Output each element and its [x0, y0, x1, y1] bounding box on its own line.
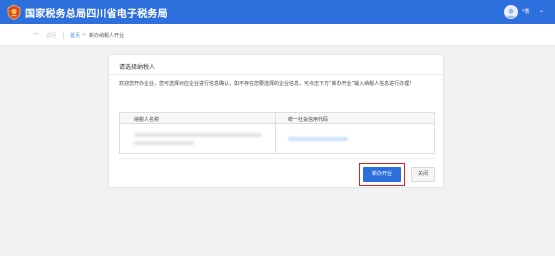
redacted-taxpayer-name[interactable]	[134, 133, 262, 137]
back-link[interactable]: 返回	[46, 32, 56, 39]
breadcrumb: ← 返回 首页 > 新办纳税人开业	[0, 24, 555, 46]
taxpayer-select-panel: 请选择纳税人 欢迎您开办企业，您可选择对应企业进行信息确认，如不存在您要选择的企…	[108, 54, 444, 188]
user-icon	[506, 8, 516, 18]
breadcrumb-current: 新办纳税人开业	[89, 33, 125, 39]
close-button[interactable]: 关闭	[411, 167, 435, 182]
app-title: 国家税务总局四川省电子税务局	[25, 9, 168, 20]
panel-title: 请选择纳税人	[119, 64, 156, 71]
panel-description: 欢迎您开办企业，您可选择对应企业进行信息确认，如不存在您要选择的企业信息，可点击…	[119, 81, 415, 87]
top-header: 国家税务总局四川省电子税务局 *香 ⌄	[0, 0, 555, 24]
redacted-credit-code[interactable]	[288, 137, 348, 141]
panel-divider	[109, 74, 443, 75]
taxpayer-table: 纳税人名称 统一社会信用代码	[119, 112, 435, 154]
breadcrumb-home-link[interactable]: 首页	[70, 32, 80, 39]
redacted-taxpayer-name-line2[interactable]	[134, 141, 194, 145]
breadcrumb-separator: >	[82, 32, 87, 38]
column-divider	[275, 113, 276, 153]
back-arrow-icon[interactable]: ←	[34, 30, 40, 38]
chevron-down-icon[interactable]: ⌄	[539, 7, 544, 14]
column-header-name: 纳税人名称	[134, 117, 160, 123]
tax-emblem-icon	[7, 4, 21, 20]
table-header: 纳税人名称 统一社会信用代码	[120, 113, 434, 124]
user-avatar[interactable]	[504, 5, 518, 19]
breadcrumb-divider	[63, 32, 64, 39]
new-business-button[interactable]: 新办开业	[363, 167, 401, 182]
footer-divider	[119, 158, 435, 159]
column-header-credit-code: 统一社会信用代码	[288, 117, 329, 123]
user-name[interactable]: *香	[522, 8, 530, 15]
